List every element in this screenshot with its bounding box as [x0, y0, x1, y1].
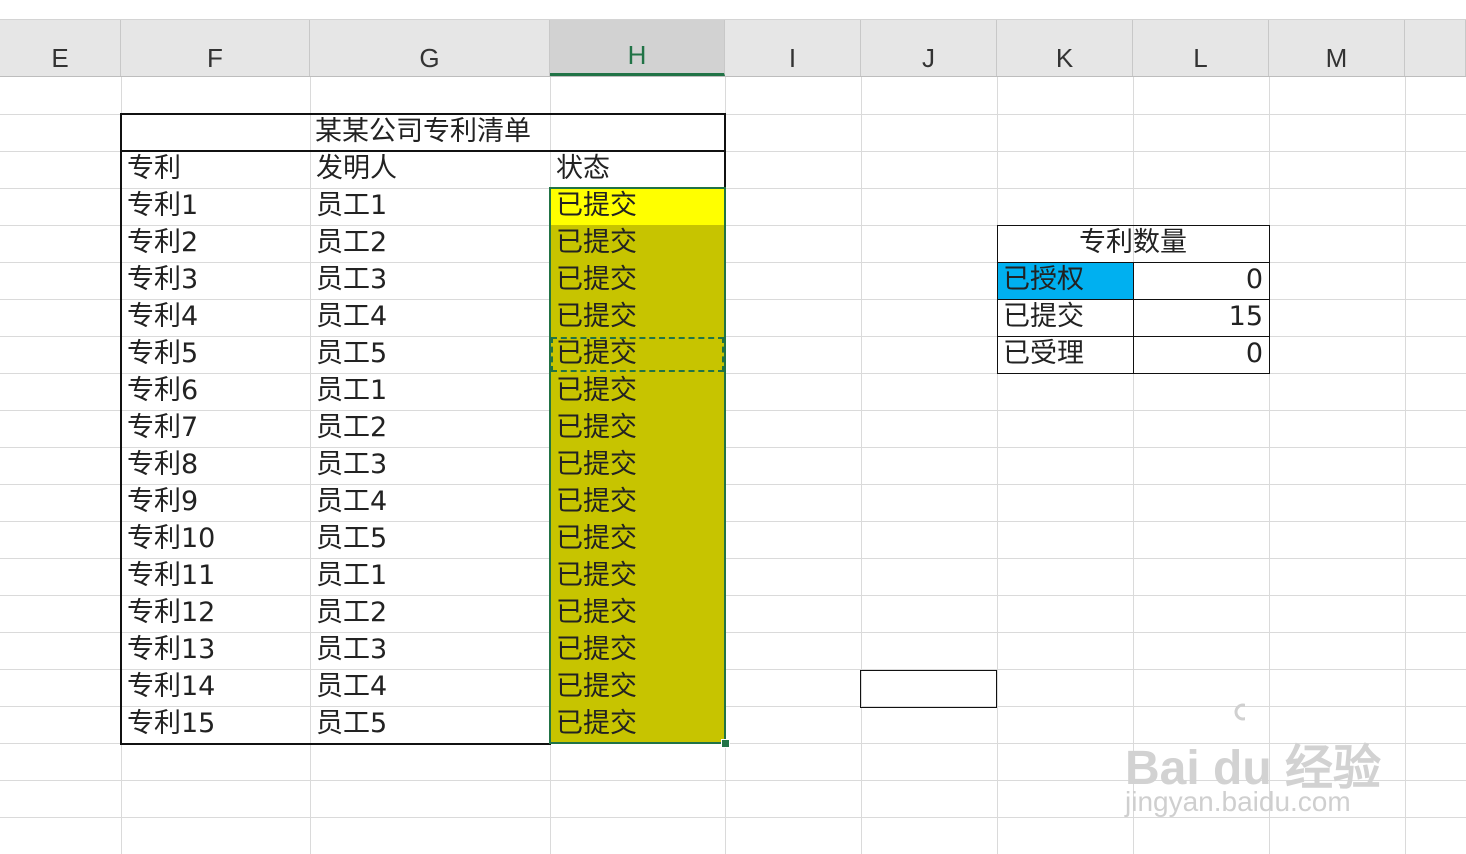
summary-border [1269, 225, 1270, 374]
patent-cell[interactable]: 专利2 [121, 225, 310, 262]
inventor-cell[interactable]: 员工3 [310, 262, 550, 299]
header-cell[interactable]: 专利 [121, 151, 310, 188]
patent-cell[interactable]: 专利12 [121, 595, 310, 632]
spreadsheet: EFGHIJKLM 某某公司专利清单 专利 发明人 状态 专利1 员工1 已提交 专利2 员工2… [0, 0, 1466, 854]
inventor-cell[interactable]: 员工5 [310, 521, 550, 558]
header-cell[interactable]: 发明人 [310, 151, 550, 188]
selection-range[interactable] [549, 187, 726, 744]
patent-cell[interactable]: 专利9 [121, 484, 310, 521]
summary-border [997, 225, 1269, 226]
column-header-e[interactable]: E [0, 20, 121, 76]
column-gridline [1405, 77, 1406, 854]
patent-cell[interactable]: 专利14 [121, 669, 310, 706]
column-header-i[interactable]: I [725, 20, 861, 76]
header-cell[interactable]: 状态 [550, 151, 725, 188]
copy-marquee [551, 337, 724, 372]
column-gridline [861, 77, 862, 854]
patent-cell[interactable]: 专利15 [121, 706, 310, 743]
patent-cell[interactable]: 专利8 [121, 447, 310, 484]
column-header-g[interactable]: G [310, 20, 550, 76]
summary-value[interactable]: 0 [1133, 336, 1269, 373]
patent-cell[interactable]: 专利6 [121, 373, 310, 410]
table-title: 某某公司专利清单 [315, 116, 531, 147]
column-header-j[interactable]: J [861, 20, 997, 76]
toolbar-strip [0, 0, 1466, 20]
inventor-cell[interactable]: 员工4 [310, 484, 550, 521]
inventor-cell[interactable]: 员工5 [310, 336, 550, 373]
column-gridline [997, 77, 998, 854]
column-header-m[interactable]: M [1269, 20, 1405, 76]
inventor-cell[interactable]: 员工3 [310, 632, 550, 669]
column-header-next[interactable] [1405, 20, 1466, 76]
active-cell-j[interactable] [860, 670, 997, 708]
patent-cell[interactable]: 专利5 [121, 336, 310, 373]
summary-value[interactable]: 15 [1133, 299, 1269, 336]
column-header-l[interactable]: L [1133, 20, 1269, 76]
summary-border [1133, 262, 1134, 373]
inventor-cell[interactable]: 员工1 [310, 373, 550, 410]
inventor-cell[interactable]: 员工1 [310, 188, 550, 225]
inventor-cell[interactable]: 员工2 [310, 225, 550, 262]
summary-border [997, 225, 998, 374]
patent-cell[interactable]: 专利1 [121, 188, 310, 225]
watermark-url: jingyan.baidu.com [1125, 786, 1351, 817]
column-header-f[interactable]: F [121, 20, 310, 76]
inventor-cell[interactable]: 员工5 [310, 706, 550, 743]
summary-title: 专利数量 [1079, 227, 1187, 258]
patent-cell[interactable]: 专利7 [121, 410, 310, 447]
patent-cell[interactable]: 专利11 [121, 558, 310, 595]
column-header-k[interactable]: K [997, 20, 1133, 76]
patent-cell[interactable]: 专利3 [121, 262, 310, 299]
inventor-cell[interactable]: 员工1 [310, 558, 550, 595]
inventor-cell[interactable]: 员工3 [310, 447, 550, 484]
patent-cell[interactable]: 专利4 [121, 299, 310, 336]
summary-value[interactable]: 0 [1133, 262, 1269, 299]
fill-handle[interactable] [721, 739, 730, 748]
summary-border [997, 373, 1269, 374]
column-header-h[interactable]: H [550, 20, 725, 76]
summary-label[interactable]: 已提交 [997, 299, 1133, 336]
inventor-cell[interactable]: 员工4 [310, 669, 550, 706]
inventor-cell[interactable]: 员工2 [310, 410, 550, 447]
patent-cell[interactable]: 专利10 [121, 521, 310, 558]
inventor-cell[interactable]: 员工2 [310, 595, 550, 632]
patent-cell[interactable]: 专利13 [121, 632, 310, 669]
summary-label[interactable]: 已受理 [997, 336, 1133, 373]
inventor-cell[interactable]: 员工4 [310, 299, 550, 336]
summary-label[interactable]: 已授权 [997, 262, 1133, 299]
table-border [120, 743, 551, 745]
